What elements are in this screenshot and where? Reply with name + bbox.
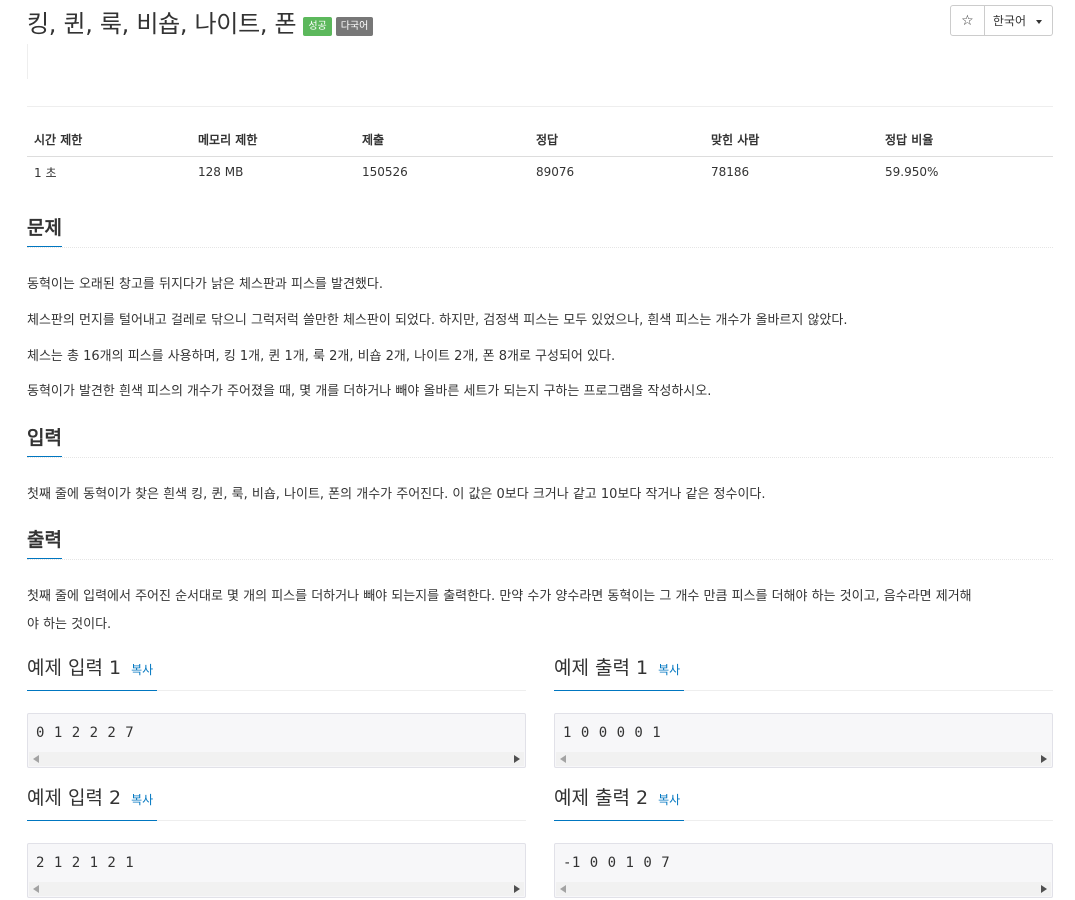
- copy-link[interactable]: 복사: [658, 793, 680, 807]
- header-divider: [27, 106, 1053, 107]
- scroll-right-arrow-icon[interactable]: [1041, 885, 1047, 893]
- input-description: 첫째 줄에 동혁이가 찾은 흰색 킹, 퀸, 룩, 비숍, 나이트, 폰의 개수…: [27, 487, 766, 502]
- scroll-right-arrow-icon[interactable]: [1041, 755, 1047, 763]
- scroll-right-arrow-icon[interactable]: [514, 885, 520, 893]
- caret-down-icon: [1036, 19, 1042, 24]
- problem-section-title: 문제: [27, 216, 62, 247]
- output-section-title: 출력: [27, 528, 62, 559]
- sample-header: 예제 입력 2 복사: [27, 785, 526, 821]
- problem-section-header: 문제: [27, 216, 1053, 248]
- sample-header: 예제 출력 1 복사: [554, 655, 1053, 691]
- sample-title-text: 예제 출력 1: [554, 657, 649, 679]
- sample-input-2: 예제 입력 2 복사 2 1 2 1 2 1: [27, 785, 526, 898]
- input-section-header: 입력: [27, 426, 1053, 458]
- language-dropdown[interactable]: 한국어: [984, 5, 1053, 36]
- copy-link[interactable]: 복사: [131, 663, 153, 677]
- sample-data-box: 0 1 2 2 2 7: [27, 713, 526, 768]
- sample-data: 1 0 0 0 0 1: [563, 725, 662, 741]
- sample-data: 0 1 2 2 2 7: [36, 725, 135, 741]
- copy-link[interactable]: 복사: [658, 663, 680, 677]
- sample-title-text: 예제 입력 1: [27, 657, 122, 679]
- sample-title: 예제 출력 2 복사: [554, 785, 685, 821]
- problem-info-table: 시간 제한 메모리 제한 제출 정답 맞힌 사람 정답 비율 1 초 128 M…: [27, 124, 1053, 188]
- multilang-badge[interactable]: 다국어: [335, 16, 374, 36]
- info-header-cell: 메모리 제한: [191, 124, 355, 157]
- horizontal-scrollbar[interactable]: [556, 752, 1051, 766]
- horizontal-scrollbar[interactable]: [29, 882, 524, 896]
- sample-data-box: 2 1 2 1 2 1: [27, 843, 526, 898]
- sample-data: -1 0 0 1 0 7: [563, 855, 671, 871]
- title-row: 킹, 퀸, 룩, 비숍, 나이트, 폰 성공 다국어: [27, 8, 374, 40]
- tag-area-divider: [27, 44, 28, 79]
- success-badge: 성공: [303, 16, 332, 36]
- sample-output-1: 예제 출력 1 복사 1 0 0 0 0 1: [554, 655, 1053, 768]
- sample-data-box: -1 0 0 1 0 7: [554, 843, 1053, 898]
- sample-data: 2 1 2 1 2 1: [36, 855, 135, 871]
- solved-users-value[interactable]: 78186: [704, 156, 878, 188]
- sample-title-text: 예제 출력 2: [554, 787, 649, 809]
- sample-output-2: 예제 출력 2 복사 -1 0 0 1 0 7: [554, 785, 1053, 898]
- info-header-cell: 정답: [529, 124, 704, 157]
- problem-title: 킹, 퀸, 룩, 비숍, 나이트, 폰: [27, 10, 297, 38]
- horizontal-scrollbar[interactable]: [556, 882, 1051, 896]
- sample-title-text: 예제 입력 2: [27, 787, 122, 809]
- info-header-cell: 정답 비율: [878, 124, 1053, 157]
- scroll-left-arrow-icon[interactable]: [560, 885, 566, 893]
- info-header-cell: 맞힌 사람: [704, 124, 878, 157]
- info-header-cell: 제출: [355, 124, 529, 157]
- star-icon: ☆: [961, 12, 974, 29]
- sample-input-1: 예제 입력 1 복사 0 1 2 2 2 7: [27, 655, 526, 768]
- scroll-right-arrow-icon[interactable]: [514, 755, 520, 763]
- memory-limit-value: 128 MB: [198, 165, 244, 180]
- sample-header: 예제 입력 1 복사: [27, 655, 526, 691]
- output-description-line: 야 하는 것이다.: [27, 617, 112, 632]
- input-section-title: 입력: [27, 426, 62, 457]
- output-section-header: 출력: [27, 528, 1053, 560]
- star-button[interactable]: ☆: [949, 5, 985, 36]
- scroll-left-arrow-icon[interactable]: [33, 755, 39, 763]
- submissions-value[interactable]: 150526: [355, 156, 529, 188]
- language-label: 한국어: [992, 14, 1026, 28]
- problem-paragraph: 동혁이가 발견한 흰색 피스의 개수가 주어졌을 때, 몇 개를 더하거나 빼야…: [27, 384, 712, 399]
- sample-title: 예제 입력 1 복사: [27, 655, 158, 691]
- info-value-row: 1 초 128 MB 150526 89076 78186 59.950%: [27, 156, 1053, 188]
- problem-paragraph: 체스판의 먼지를 털어내고 걸레로 닦으니 그럭저럭 쓸만한 체스판이 되었다.…: [27, 313, 848, 328]
- scroll-left-arrow-icon[interactable]: [560, 755, 566, 763]
- info-header-row: 시간 제한 메모리 제한 제출 정답 맞힌 사람 정답 비율: [27, 124, 1053, 157]
- horizontal-scrollbar[interactable]: [29, 752, 524, 766]
- time-limit-value: 1 초: [34, 165, 57, 180]
- header-button-group: ☆ 한국어: [949, 5, 1053, 36]
- accept-ratio-value: 59.950%: [885, 165, 939, 180]
- sample-data-box: 1 0 0 0 0 1: [554, 713, 1053, 768]
- sample-title: 예제 출력 1 복사: [554, 655, 685, 691]
- output-description-line: 첫째 줄에 입력에서 주어진 순서대로 몇 개의 피스를 더하거나 빼야 되는지…: [27, 589, 972, 604]
- copy-link[interactable]: 복사: [131, 793, 153, 807]
- sample-title: 예제 입력 2 복사: [27, 785, 158, 821]
- sample-header: 예제 출력 2 복사: [554, 785, 1053, 821]
- accepted-value: 89076: [536, 165, 575, 180]
- scroll-left-arrow-icon[interactable]: [33, 885, 39, 893]
- problem-paragraph: 체스는 총 16개의 피스를 사용하며, 킹 1개, 퀸 1개, 룩 2개, 비…: [27, 349, 616, 364]
- problem-paragraph: 동혁이는 오래된 창고를 뒤지다가 낡은 체스판과 피스를 발견했다.: [27, 277, 383, 292]
- info-header-cell: 시간 제한: [27, 124, 191, 157]
